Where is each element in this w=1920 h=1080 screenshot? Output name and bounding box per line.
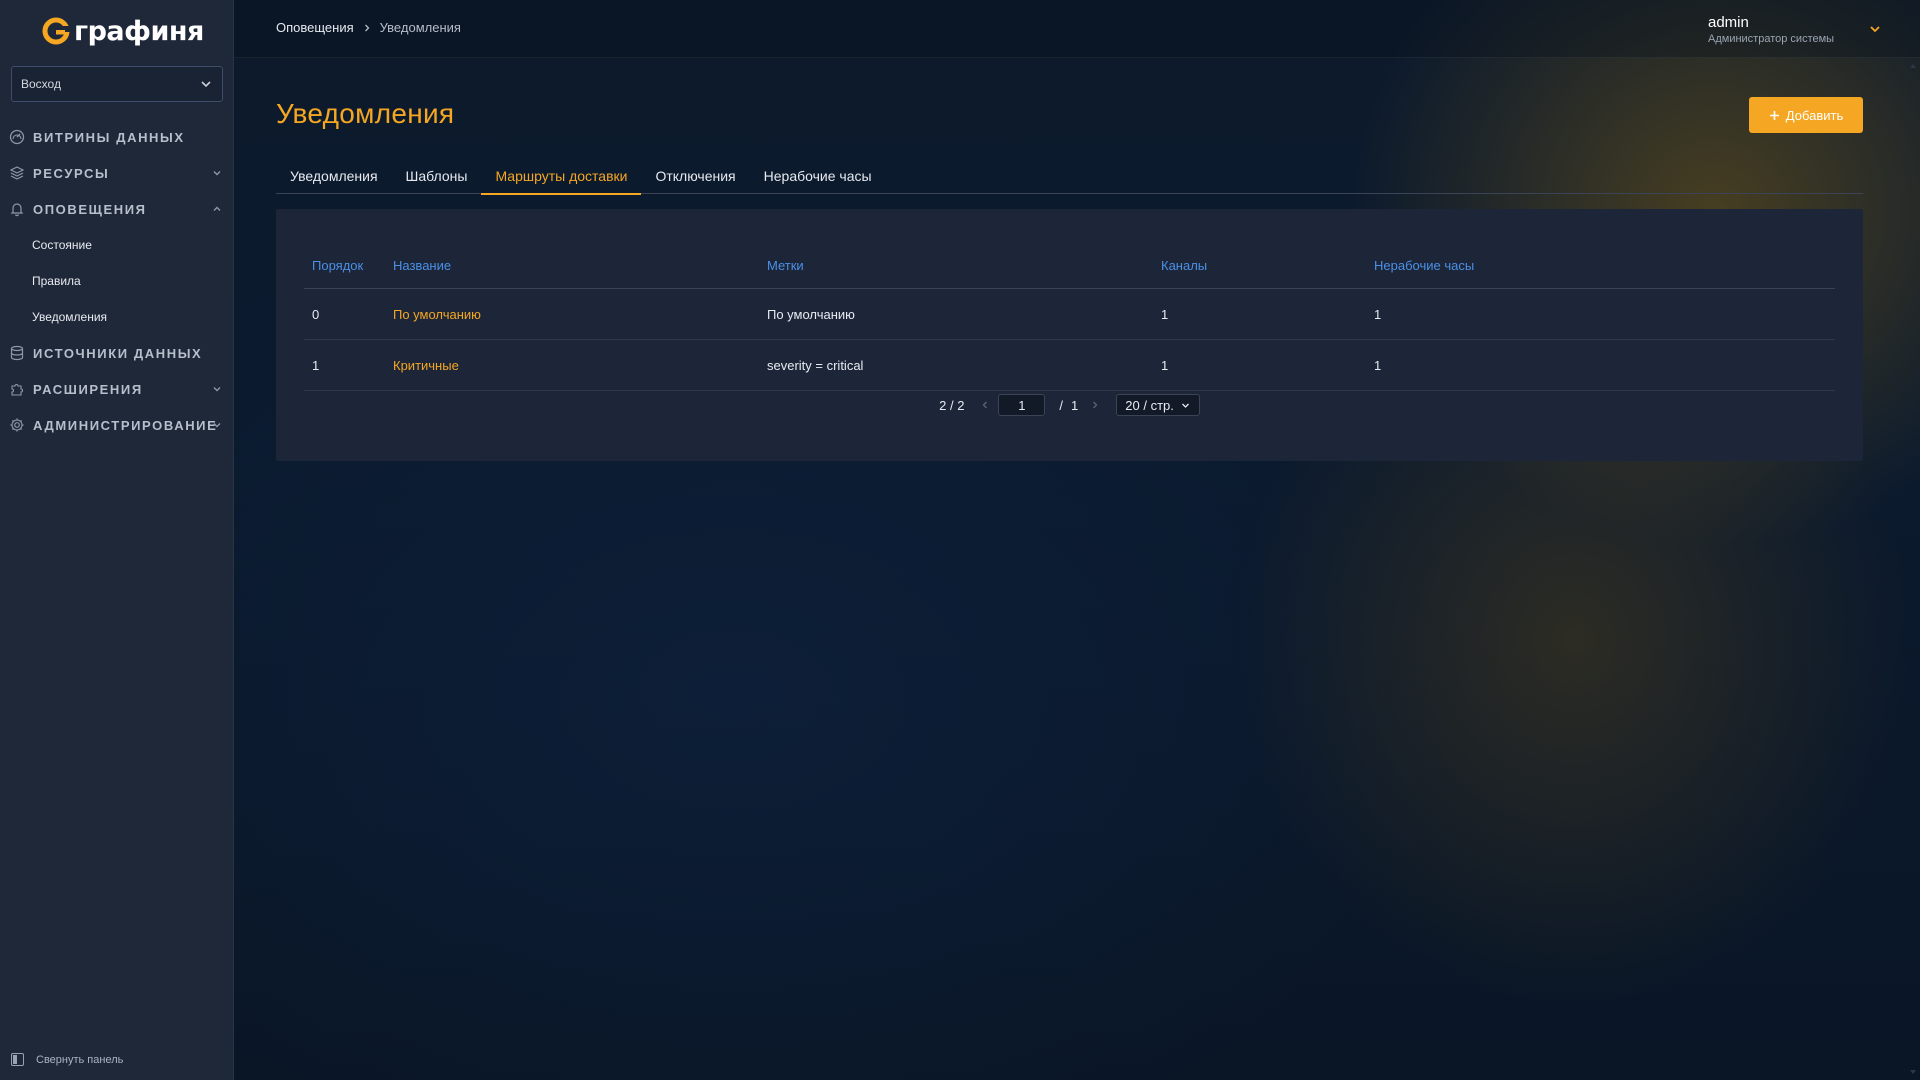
cell-order: 1 bbox=[312, 357, 320, 373]
sidebar-item-resources[interactable]: РЕСУРСЫ bbox=[0, 155, 234, 191]
route-name-link[interactable]: По умолчанию bbox=[385, 307, 759, 322]
gear-icon bbox=[10, 418, 24, 432]
table-row: 1 Критичные severity = critical 1 1 bbox=[304, 340, 1835, 391]
column-header-order[interactable]: Порядок bbox=[304, 258, 385, 273]
sidebar-subitem-state[interactable]: Состояние bbox=[0, 227, 234, 263]
cell-channels: 1 bbox=[1161, 306, 1169, 322]
puzzle-icon bbox=[11, 384, 23, 396]
breadcrumb-item-current: Уведомления bbox=[379, 20, 461, 35]
layers-icon bbox=[9, 166, 25, 180]
pagination: 2 / 2 / 1 20 / стр. bbox=[276, 393, 1863, 417]
collapse-panel-label: Свернуть панель bbox=[36, 1053, 124, 1066]
page-title: Уведомления bbox=[276, 98, 455, 129]
tab-notifications[interactable]: Уведомления bbox=[276, 158, 392, 194]
pagination-separator: / bbox=[1059, 397, 1064, 413]
tab-off-hours[interactable]: Нерабочие часы bbox=[750, 158, 886, 194]
table-row: 0 По умолчанию По умолчанию 1 1 bbox=[304, 289, 1835, 340]
tab-delivery-routes[interactable]: Маршруты доставки bbox=[481, 158, 642, 195]
user-role: Администратор системы bbox=[1708, 33, 1835, 45]
logo-text: графиня bbox=[74, 15, 204, 47]
app-root: графиня Восход ВИТРИНЫ ДАННЫХ РЕСУРСЫ ОП… bbox=[0, 0, 1920, 1080]
chevron-left-icon[interactable] bbox=[980, 400, 990, 410]
routes-table: Порядок Название Метки Каналы Нерабочие … bbox=[304, 242, 1835, 391]
sidebar-item-label: РЕСУРСЫ bbox=[33, 165, 110, 181]
cell-off-hours: 1 bbox=[1374, 357, 1382, 373]
chevron-down-icon bbox=[1870, 26, 1880, 33]
routes-card: Порядок Название Метки Каналы Нерабочие … bbox=[276, 209, 1863, 461]
sidebar-item-label: ОПОВЕЩЕНИЯ bbox=[33, 201, 147, 217]
sidebar-item-plugins[interactable]: РАСШИРЕНИЯ bbox=[0, 371, 234, 407]
chevron-down-icon bbox=[213, 171, 221, 176]
sidebar-subitem-rules[interactable]: Правила bbox=[0, 263, 234, 299]
chevron-down-icon bbox=[201, 81, 211, 88]
breadcrumb-item-alerting[interactable]: Оповещения bbox=[276, 20, 354, 35]
sidebar-item-label: РАСШИРЕНИЯ bbox=[33, 381, 143, 397]
chevron-down-icon bbox=[1181, 403, 1189, 408]
sidebar-collapse-icon bbox=[11, 1053, 24, 1066]
sidebar-item-label: ИСТОЧНИКИ ДАННЫХ bbox=[33, 345, 203, 361]
bell-icon bbox=[10, 203, 24, 217]
chevron-up-icon bbox=[213, 206, 221, 211]
plus-icon bbox=[1769, 110, 1779, 120]
pagination-total-pages: 1 bbox=[1071, 397, 1079, 413]
collapse-panel-button[interactable]: Свернуть панель bbox=[11, 1053, 123, 1066]
add-button[interactable]: Добавить bbox=[1749, 97, 1863, 133]
table-header: Порядок Название Метки Каналы Нерабочие … bbox=[304, 242, 1835, 289]
user-name: admin bbox=[1708, 14, 1749, 31]
scroll-up-icon[interactable] bbox=[1909, 62, 1917, 70]
database-icon bbox=[10, 345, 24, 361]
pagination-page-input[interactable] bbox=[998, 394, 1046, 416]
sidebar-item-label: АДМИНИСТРИРОВАНИЕ bbox=[33, 417, 218, 433]
scroll-down-icon[interactable] bbox=[1909, 1068, 1917, 1076]
cell-labels: По умолчанию bbox=[767, 306, 855, 322]
logo-mark-icon bbox=[42, 17, 70, 45]
chevron-right-icon[interactable] bbox=[1090, 400, 1100, 410]
logo[interactable]: графиня bbox=[42, 14, 204, 48]
chevron-down-icon bbox=[213, 423, 221, 428]
user-menu[interactable]: admin Администратор системы bbox=[1708, 14, 1880, 45]
pagination-total: 2 / 2 bbox=[939, 397, 965, 413]
org-select[interactable]: Восход bbox=[11, 66, 223, 102]
route-name-link[interactable]: Критичные bbox=[385, 358, 759, 373]
sidebar-item-alerting[interactable]: ОПОВЕЩЕНИЯ bbox=[0, 191, 234, 227]
breadcrumb: Оповещения Уведомления bbox=[276, 20, 461, 35]
page-scrollbar[interactable] bbox=[1906, 58, 1920, 1080]
cell-labels: severity = critical bbox=[767, 357, 864, 373]
add-button-label: Добавить bbox=[1785, 107, 1844, 123]
page-size-value: 20 / стр. bbox=[1125, 397, 1174, 413]
sidebar-subitem-notifications[interactable]: Уведомления bbox=[0, 299, 234, 335]
tabs: Уведомления Шаблоны Маршруты доставки От… bbox=[276, 158, 1863, 195]
tab-silences[interactable]: Отключения bbox=[641, 158, 749, 194]
page-size-select[interactable]: 20 / стр. bbox=[1116, 394, 1200, 416]
main-content: Оповещения Уведомления admin Администрат… bbox=[234, 0, 1920, 1080]
column-header-off-hours[interactable]: Нерабочие часы bbox=[1366, 258, 1835, 273]
chevron-down-icon bbox=[213, 387, 221, 392]
sidebar-item-label: ВИТРИНЫ ДАННЫХ bbox=[33, 129, 185, 145]
topbar: Оповещения Уведомления admin Администрат… bbox=[234, 0, 1920, 58]
gauge-icon bbox=[9, 129, 25, 145]
sidebar-nav: ВИТРИНЫ ДАННЫХ РЕСУРСЫ ОПОВЕЩЕНИЯ Состоя… bbox=[0, 119, 234, 443]
sidebar-item-dashboards[interactable]: ВИТРИНЫ ДАННЫХ bbox=[0, 119, 234, 155]
column-header-channels[interactable]: Каналы bbox=[1153, 258, 1366, 273]
cell-off-hours: 1 bbox=[1374, 306, 1382, 322]
tab-templates[interactable]: Шаблоны bbox=[392, 158, 482, 194]
chevron-right-icon bbox=[364, 24, 370, 31]
column-header-name[interactable]: Название bbox=[385, 258, 759, 273]
cell-order: 0 bbox=[312, 306, 320, 322]
cell-channels: 1 bbox=[1161, 357, 1169, 373]
sidebar-item-datasources[interactable]: ИСТОЧНИКИ ДАННЫХ bbox=[0, 335, 234, 371]
column-header-labels[interactable]: Метки bbox=[759, 258, 1153, 273]
sidebar-item-administration[interactable]: АДМИНИСТРИРОВАНИЕ bbox=[0, 407, 234, 443]
sidebar: графиня Восход ВИТРИНЫ ДАННЫХ РЕСУРСЫ ОП… bbox=[0, 0, 234, 1080]
org-select-value: Восход bbox=[21, 77, 61, 91]
